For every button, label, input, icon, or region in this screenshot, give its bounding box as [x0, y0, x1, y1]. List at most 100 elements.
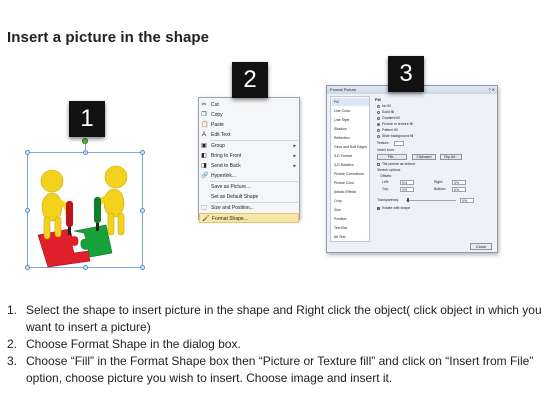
rotate-label: Rotate with shape: [382, 206, 411, 210]
dialog-nav-glow-and-soft-edges[interactable]: Glow and Soft Edges: [332, 143, 369, 151]
menu-item-label: Copy: [211, 112, 223, 118]
group-icon: ▣: [201, 143, 207, 149]
menu-item-format-shape[interactable]: 🖌 Format Shape...: [199, 213, 299, 223]
step-badge-3: 3: [388, 56, 424, 92]
menu-item-size-and-position[interactable]: ⬚ Size and Position...: [199, 203, 299, 213]
menu-item-hyperlink[interactable]: 🔗 Hyperlink...: [199, 171, 299, 181]
transparency-slider[interactable]: [406, 200, 456, 201]
offset-field[interactable]: 0%: [452, 180, 466, 185]
dialog-nav-shadow[interactable]: Shadow: [332, 125, 369, 133]
menu-item-label: Format Shape...: [212, 216, 248, 222]
dialog-fill-panel: Fill No fill Solid fill Gradient fill Pictur…: [374, 96, 495, 242]
offset-label: Left:: [382, 180, 389, 184]
menu-item-label: Hyperlink...: [211, 173, 237, 179]
menu-item-group[interactable]: ▣ Group ▸: [199, 141, 299, 151]
tile-checkbox[interactable]: [377, 163, 380, 166]
fill-option-radio[interactable]: [377, 123, 380, 126]
insert-clipboard-button[interactable]: Clipboard: [412, 154, 436, 160]
send-back-icon: ◨: [201, 163, 207, 169]
resize-handle-bl[interactable]: [25, 265, 30, 270]
paste-icon: 📋: [201, 122, 209, 128]
format-picture-dialog: Format Picture ? ✕ Fill Line Color Line St…: [326, 85, 498, 253]
dialog-nav-reflection[interactable]: Reflection: [332, 134, 369, 142]
dialog-nav-artistic-effects[interactable]: Artistic Effects: [332, 188, 369, 196]
dialog-nav-line-color[interactable]: Line Color: [332, 107, 369, 115]
transparency-slider-thumb[interactable]: [407, 198, 409, 202]
resize-handle-mr[interactable]: [140, 208, 145, 213]
insert-file-button[interactable]: File...: [377, 154, 407, 160]
insert-clipart-button[interactable]: Clip Art...: [440, 154, 462, 160]
dialog-nav-position[interactable]: Position: [332, 215, 369, 223]
menu-item-label: Edit Text: [211, 132, 231, 138]
submenu-arrow-icon: ▸: [293, 163, 296, 169]
menu-item-edit-text[interactable]: A Edit Text: [199, 130, 299, 140]
menu-item-label: Size and Position...: [211, 205, 254, 211]
stretch-options-label: Stretch options: [377, 168, 401, 172]
dialog-nav-alt-text[interactable]: Alt Text: [332, 233, 369, 241]
rotate-checkbox[interactable]: [377, 207, 380, 210]
transparency-label: Transparency:: [377, 198, 400, 202]
transparency-field[interactable]: 0%: [460, 198, 474, 203]
menu-item-label: Save as Picture...: [211, 184, 251, 190]
close-button[interactable]: Close: [470, 243, 492, 250]
fill-option-radio[interactable]: [377, 111, 380, 114]
fill-option-radio[interactable]: [377, 135, 380, 138]
dialog-nav-3-d-format[interactable]: 3-D Format: [332, 152, 369, 160]
hyperlink-icon: 🔗: [201, 173, 209, 179]
fill-option-label: Picture or texture fill: [382, 122, 413, 126]
rotation-handle[interactable]: [82, 138, 88, 144]
fill-option-label: Gradient fill: [382, 116, 400, 120]
step-number: 3.: [7, 354, 18, 368]
step-number: 2.: [7, 337, 18, 351]
dialog-window-buttons[interactable]: ? ✕: [483, 87, 495, 92]
menu-item-paste[interactable]: 📋 Paste: [199, 120, 299, 130]
resize-handle-tr[interactable]: [140, 150, 145, 155]
dialog-title: Format Picture: [330, 87, 357, 92]
step-text: Choose Format Shape in the dialog box.: [26, 337, 241, 351]
dialog-nav-crop[interactable]: Crop: [332, 197, 369, 205]
fill-option-radio[interactable]: [377, 129, 380, 132]
edit-text-icon: A: [201, 132, 206, 138]
instructions-list: 1. Select the shape to insert picture in …: [7, 302, 555, 387]
menu-item-cut[interactable]: ✂ Cut: [199, 100, 299, 110]
texture-picker[interactable]: [394, 141, 404, 146]
size-icon: ⬚: [201, 205, 207, 211]
dialog-nav-text-box[interactable]: Text Box: [332, 224, 369, 232]
fill-option-label: No fill: [382, 104, 391, 108]
dialog-nav-3-d-rotation[interactable]: 3-D Rotation: [332, 161, 369, 169]
offset-label: Bottom:: [434, 187, 447, 191]
instruction-step: 1. Select the shape to insert picture in …: [7, 302, 555, 336]
step-badge-2: 2: [232, 62, 268, 98]
instruction-step: 3. Choose “Fill” in the Format Shape box …: [7, 353, 555, 387]
page-title: Insert a picture in the shape: [7, 29, 210, 46]
menu-item-set-as-default-shape[interactable]: Set as Default Shape: [199, 192, 299, 202]
offset-field[interactable]: 0%: [400, 180, 414, 185]
texture-label: Texture:: [377, 141, 390, 145]
dialog-nav-picture-corrections[interactable]: Picture Corrections: [332, 170, 369, 178]
resize-handle-bm[interactable]: [83, 265, 88, 270]
fill-option-radio[interactable]: [377, 105, 380, 108]
offset-field[interactable]: 0%: [452, 187, 466, 192]
dialog-nav-line-style[interactable]: Line Style: [332, 116, 369, 124]
tile-label: Tile picture as texture: [382, 162, 416, 166]
menu-item-copy[interactable]: ❐ Copy: [199, 110, 299, 120]
bring-front-icon: ◧: [201, 153, 207, 159]
dialog-nav-size[interactable]: Size: [332, 206, 369, 214]
menu-item-send-to-back[interactable]: ◨ Send to Back ▸: [199, 161, 299, 171]
dialog-nav-picture-color[interactable]: Picture Color: [332, 179, 369, 187]
fill-option-radio[interactable]: [377, 117, 380, 120]
step-text: Select the shape to insert picture in th…: [26, 303, 542, 334]
menu-item-label: Paste: [211, 122, 224, 128]
resize-handle-tl[interactable]: [25, 150, 30, 155]
offset-field[interactable]: 0%: [400, 187, 414, 192]
menu-item-label: Bring to Front: [211, 153, 242, 159]
step-number: 1.: [7, 303, 18, 317]
menu-item-save-as-picture[interactable]: Save as Picture...: [199, 182, 299, 192]
menu-item-bring-to-front[interactable]: ◧ Bring to Front ▸: [199, 151, 299, 161]
puzzle-figures-illustration: [37, 165, 128, 268]
resize-handle-br[interactable]: [140, 265, 145, 270]
dialog-nav-fill[interactable]: Fill: [332, 98, 369, 106]
offset-label: Top:: [382, 187, 389, 191]
selected-shape[interactable]: [25, 138, 145, 270]
resize-handle-ml[interactable]: [25, 208, 30, 213]
